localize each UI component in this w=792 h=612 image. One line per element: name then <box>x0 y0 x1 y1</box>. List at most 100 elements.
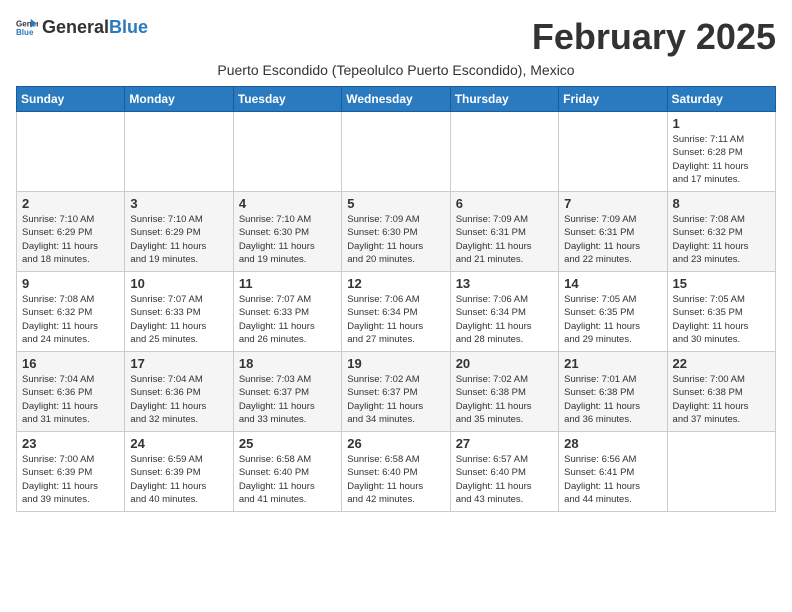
day-info: Sunrise: 7:08 AM Sunset: 6:32 PM Dayligh… <box>22 293 119 346</box>
logo-blue: Blue <box>109 17 148 38</box>
calendar-cell: 8 Sunrise: 7:08 AM Sunset: 6:32 PM Daylig… <box>667 192 775 272</box>
calendar-cell: 24 Sunrise: 6:59 AM Sunset: 6:39 PM Dayli… <box>125 432 233 512</box>
day-info: Sunrise: 7:05 AM Sunset: 6:35 PM Dayligh… <box>673 293 770 346</box>
day-info: Sunrise: 7:09 AM Sunset: 6:31 PM Dayligh… <box>456 213 553 266</box>
calendar-cell: 19Sunrise: 7:02 AM Sunset: 6:37 PM Dayli… <box>342 352 450 432</box>
calendar-cell <box>559 112 667 192</box>
calendar-cell: 17Sunrise: 7:04 AM Sunset: 6:36 PM Dayli… <box>125 352 233 432</box>
calendar-cell: 2Sunrise: 7:10 AM Sunset: 6:29 PM Daylig… <box>17 192 125 272</box>
day-number: 6 <box>456 196 553 211</box>
week-row-5: 23 Sunrise: 7:00 AM Sunset: 6:39 PM Dayli… <box>17 432 776 512</box>
calendar-cell: 26 Sunrise: 6:58 AM Sunset: 6:40 PM Dayli… <box>342 432 450 512</box>
calendar-cell: 5 Sunrise: 7:09 AM Sunset: 6:30 PM Daylig… <box>342 192 450 272</box>
calendar-cell: 20 Sunrise: 7:02 AM Sunset: 6:38 PM Dayli… <box>450 352 558 432</box>
day-info: Sunrise: 7:06 AM Sunset: 6:34 PM Dayligh… <box>347 293 444 346</box>
day-info: Sunrise: 7:03 AM Sunset: 6:37 PM Dayligh… <box>239 373 336 426</box>
weekday-header-tuesday: Tuesday <box>233 87 341 112</box>
calendar-cell <box>342 112 450 192</box>
day-info: Sunrise: 7:06 AM Sunset: 6:34 PM Dayligh… <box>456 293 553 346</box>
day-number: 28 <box>564 436 661 451</box>
svg-text:Blue: Blue <box>16 28 34 37</box>
calendar-cell: 1 Sunrise: 7:11 AM Sunset: 6:28 PM Daylig… <box>667 112 775 192</box>
calendar-cell: 23 Sunrise: 7:00 AM Sunset: 6:39 PM Dayli… <box>17 432 125 512</box>
week-row-2: 2Sunrise: 7:10 AM Sunset: 6:29 PM Daylig… <box>17 192 776 272</box>
day-number: 23 <box>22 436 119 451</box>
day-info: Sunrise: 6:57 AM Sunset: 6:40 PM Dayligh… <box>456 453 553 506</box>
calendar-cell <box>125 112 233 192</box>
day-number: 10 <box>130 276 227 291</box>
weekday-header-thursday: Thursday <box>450 87 558 112</box>
calendar-cell: 27 Sunrise: 6:57 AM Sunset: 6:40 PM Dayli… <box>450 432 558 512</box>
day-info: Sunrise: 7:02 AM Sunset: 6:37 PM Dayligh… <box>347 373 444 426</box>
day-info: Sunrise: 7:02 AM Sunset: 6:38 PM Dayligh… <box>456 373 553 426</box>
logo: General Blue GeneralBlue <box>16 16 148 38</box>
day-number: 14 <box>564 276 661 291</box>
day-number: 8 <box>673 196 770 211</box>
day-info: Sunrise: 7:08 AM Sunset: 6:32 PM Dayligh… <box>673 213 770 266</box>
day-info: Sunrise: 7:01 AM Sunset: 6:38 PM Dayligh… <box>564 373 661 426</box>
calendar-cell: 16 Sunrise: 7:04 AM Sunset: 6:36 PM Dayli… <box>17 352 125 432</box>
day-number: 25 <box>239 436 336 451</box>
day-info: Sunrise: 7:09 AM Sunset: 6:31 PM Dayligh… <box>564 213 661 266</box>
day-number: 5 <box>347 196 444 211</box>
weekday-header-monday: Monday <box>125 87 233 112</box>
day-info: Sunrise: 7:10 AM Sunset: 6:30 PM Dayligh… <box>239 213 336 266</box>
calendar-cell <box>233 112 341 192</box>
day-info: Sunrise: 7:10 AM Sunset: 6:29 PM Dayligh… <box>130 213 227 266</box>
day-number: 21 <box>564 356 661 371</box>
day-info: Sunrise: 6:59 AM Sunset: 6:39 PM Dayligh… <box>130 453 227 506</box>
calendar-cell: 4 Sunrise: 7:10 AM Sunset: 6:30 PM Daylig… <box>233 192 341 272</box>
day-number: 4 <box>239 196 336 211</box>
day-number: 15 <box>673 276 770 291</box>
calendar-cell: 28 Sunrise: 6:56 AM Sunset: 6:41 PM Dayli… <box>559 432 667 512</box>
day-info: Sunrise: 6:58 AM Sunset: 6:40 PM Dayligh… <box>347 453 444 506</box>
day-info: Sunrise: 7:11 AM Sunset: 6:28 PM Dayligh… <box>673 133 770 186</box>
day-number: 22 <box>673 356 770 371</box>
day-info: Sunrise: 7:07 AM Sunset: 6:33 PM Dayligh… <box>130 293 227 346</box>
calendar-cell: 18 Sunrise: 7:03 AM Sunset: 6:37 PM Dayli… <box>233 352 341 432</box>
day-number: 16 <box>22 356 119 371</box>
month-title: February 2025 <box>532 16 776 58</box>
weekday-header-saturday: Saturday <box>667 87 775 112</box>
calendar-cell <box>667 432 775 512</box>
day-info: Sunrise: 7:05 AM Sunset: 6:35 PM Dayligh… <box>564 293 661 346</box>
day-number: 12 <box>347 276 444 291</box>
day-number: 24 <box>130 436 227 451</box>
day-number: 3 <box>130 196 227 211</box>
calendar-cell: 15 Sunrise: 7:05 AM Sunset: 6:35 PM Dayli… <box>667 272 775 352</box>
page-header: General Blue GeneralBlue February 2025 <box>16 16 776 58</box>
day-info: Sunrise: 7:04 AM Sunset: 6:36 PM Dayligh… <box>130 373 227 426</box>
logo-general: General <box>42 17 109 38</box>
calendar-cell: 11 Sunrise: 7:07 AM Sunset: 6:33 PM Dayli… <box>233 272 341 352</box>
day-number: 18 <box>239 356 336 371</box>
day-number: 27 <box>456 436 553 451</box>
day-info: Sunrise: 7:00 AM Sunset: 6:39 PM Dayligh… <box>22 453 119 506</box>
day-number: 26 <box>347 436 444 451</box>
day-info: Sunrise: 7:10 AM Sunset: 6:29 PM Dayligh… <box>22 213 119 266</box>
calendar-cell <box>17 112 125 192</box>
day-info: Sunrise: 7:00 AM Sunset: 6:38 PM Dayligh… <box>673 373 770 426</box>
calendar-cell: 13Sunrise: 7:06 AM Sunset: 6:34 PM Dayli… <box>450 272 558 352</box>
page-subtitle: Puerto Escondido (Tepeolulco Puerto Esco… <box>16 62 776 78</box>
calendar-cell: 10 Sunrise: 7:07 AM Sunset: 6:33 PM Dayli… <box>125 272 233 352</box>
calendar-cell: 6 Sunrise: 7:09 AM Sunset: 6:31 PM Daylig… <box>450 192 558 272</box>
day-info: Sunrise: 7:07 AM Sunset: 6:33 PM Dayligh… <box>239 293 336 346</box>
day-info: Sunrise: 7:09 AM Sunset: 6:30 PM Dayligh… <box>347 213 444 266</box>
calendar-table: SundayMondayTuesdayWednesdayThursdayFrid… <box>16 86 776 512</box>
calendar-cell: 7 Sunrise: 7:09 AM Sunset: 6:31 PM Daylig… <box>559 192 667 272</box>
calendar-cell: 14 Sunrise: 7:05 AM Sunset: 6:35 PM Dayli… <box>559 272 667 352</box>
logo-icon: General Blue <box>16 16 38 38</box>
day-info: Sunrise: 7:04 AM Sunset: 6:36 PM Dayligh… <box>22 373 119 426</box>
day-number: 7 <box>564 196 661 211</box>
calendar-cell: 3 Sunrise: 7:10 AM Sunset: 6:29 PM Daylig… <box>125 192 233 272</box>
weekday-header-wednesday: Wednesday <box>342 87 450 112</box>
day-number: 20 <box>456 356 553 371</box>
calendar-cell <box>450 112 558 192</box>
week-row-4: 16 Sunrise: 7:04 AM Sunset: 6:36 PM Dayli… <box>17 352 776 432</box>
day-number: 1 <box>673 116 770 131</box>
calendar-cell: 21 Sunrise: 7:01 AM Sunset: 6:38 PM Dayli… <box>559 352 667 432</box>
day-info: Sunrise: 6:56 AM Sunset: 6:41 PM Dayligh… <box>564 453 661 506</box>
day-number: 11 <box>239 276 336 291</box>
weekday-header-friday: Friday <box>559 87 667 112</box>
week-row-3: 9Sunrise: 7:08 AM Sunset: 6:32 PM Daylig… <box>17 272 776 352</box>
